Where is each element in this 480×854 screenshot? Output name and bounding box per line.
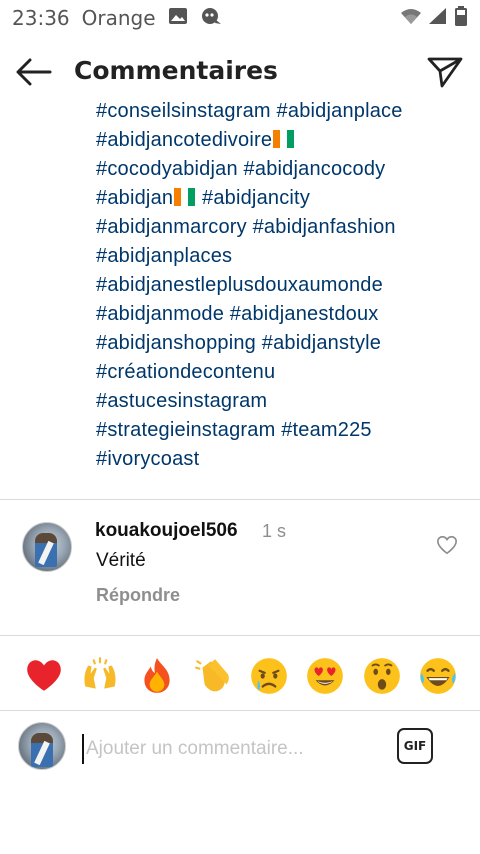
heart-eyes-emoji-button[interactable] (303, 654, 347, 698)
fire-emoji-button[interactable] (135, 654, 179, 698)
like-button[interactable] (436, 534, 458, 556)
hashtag-line[interactable]: #ivorycoast (96, 445, 466, 474)
hashtag-line[interactable]: #abidjanmode #abidjanestdoux (96, 300, 466, 329)
hashtag-line[interactable]: #astucesinstagram (96, 387, 466, 416)
hashtag-line[interactable]: #abidjan #abidjancity (96, 184, 466, 213)
comment-text: Vérité (96, 550, 146, 571)
status-bar: 23:36 Orange (0, 0, 480, 36)
surprised-emoji-button[interactable] (360, 654, 404, 698)
assistant-icon (200, 6, 222, 31)
battery-icon (454, 5, 468, 31)
heart-emoji-icon (27, 660, 61, 691)
hashtag-text[interactable]: #strategieinstagram #team225 (96, 419, 372, 441)
status-left: 23:36 Orange (12, 6, 222, 31)
hashtag-text[interactable]: #conseilsinstagram #abidjanplace (96, 100, 403, 122)
caption-hashtags: #conseilsinstagram #abidjanplace #abidjan… (96, 100, 466, 474)
heart-emoji-button[interactable] (22, 654, 66, 698)
hashtag-line[interactable]: #abidjanmarcory #abidjanfashion (96, 213, 466, 242)
heart-icon (437, 535, 457, 555)
gif-button[interactable]: GIF (397, 728, 433, 764)
laughing-emoji-button[interactable] (416, 654, 460, 698)
emoji-quick-bar (0, 646, 480, 706)
raised-hands-emoji-button[interactable] (78, 654, 122, 698)
hashtag-line[interactable]: #cocodyabidjan #abidjancocody (96, 155, 466, 184)
arrow-left-icon (16, 58, 52, 86)
hashtag-line[interactable]: #abidjanshopping #abidjanstyle (96, 329, 466, 358)
surprised-emoji-icon (363, 658, 400, 694)
status-time: 23:36 (12, 6, 70, 30)
back-button[interactable] (14, 54, 54, 90)
header-bar: Commentaires (0, 36, 480, 108)
raised-hands-emoji-icon (84, 657, 116, 689)
fire-emoji-icon (143, 658, 170, 693)
hashtag-line[interactable]: #conseilsinstagram #abidjanplace (96, 100, 466, 126)
wifi-icon (400, 6, 422, 30)
laughing-emoji-icon (420, 658, 456, 694)
status-carrier: Orange (81, 6, 156, 30)
status-right (400, 5, 468, 31)
hashtag-text[interactable]: #abidjan (96, 187, 173, 209)
crying-emoji-icon (251, 658, 287, 694)
hashtag-text[interactable]: #abidjanmarcory #abidjanfashion (96, 216, 396, 238)
divider (0, 635, 480, 636)
comment-composer: GIF (0, 712, 480, 784)
hashtag-text[interactable]: #abidjanplaces (96, 245, 232, 267)
divider (0, 710, 480, 711)
comment-input[interactable] (82, 734, 372, 764)
share-button[interactable] (426, 54, 464, 90)
clapping-emoji-button[interactable] (191, 654, 235, 698)
hashtag-line[interactable]: #créationdecontenu (96, 358, 466, 387)
heart-eyes-emoji-icon (307, 658, 344, 694)
crying-emoji-button[interactable] (247, 654, 291, 698)
hashtag-text[interactable]: #créationdecontenu (96, 361, 275, 383)
hashtag-text[interactable]: #abidjancity (196, 187, 310, 209)
paper-plane-icon (427, 57, 463, 88)
comment-item: kouakoujoel506 1 s Vérité Répondre (0, 500, 480, 635)
post-caption: #conseilsinstagram #abidjanplace #abidjan… (0, 100, 480, 480)
ivory-coast-flag-icon (273, 128, 295, 148)
ivory-coast-flag-icon (174, 186, 196, 206)
comment-username[interactable]: kouakoujoel506 (95, 520, 238, 542)
hashtag-text[interactable]: #abidjanestleplusdouxaumonde (96, 274, 383, 296)
hashtag-text[interactable]: #ivorycoast (96, 448, 199, 470)
clapping-emoji-icon (194, 659, 229, 692)
signal-icon (428, 6, 448, 30)
hashtag-line[interactable]: #abidjanplaces (96, 242, 466, 271)
reply-button[interactable]: Répondre (96, 585, 180, 606)
page-title: Commentaires (74, 56, 278, 85)
hashtag-text[interactable]: #cocodyabidjan #abidjancocody (96, 158, 385, 180)
avatar[interactable] (22, 522, 72, 572)
own-avatar (18, 722, 66, 770)
comment-timestamp: 1 s (262, 521, 287, 541)
hashtag-text[interactable]: #abidjanmode #abidjanestdoux (96, 303, 379, 325)
hashtag-line[interactable]: #abidjancotedivoire (96, 126, 466, 155)
hashtag-line[interactable]: #abidjanestleplusdouxaumonde (96, 271, 466, 300)
hashtag-text[interactable]: #astucesinstagram (96, 390, 267, 412)
gallery-icon (168, 6, 188, 31)
hashtag-text[interactable]: #abidjanshopping #abidjanstyle (96, 332, 381, 354)
hashtag-line[interactable]: #strategieinstagram #team225 (96, 416, 466, 445)
hashtag-text[interactable]: #abidjancotedivoire (96, 129, 272, 151)
